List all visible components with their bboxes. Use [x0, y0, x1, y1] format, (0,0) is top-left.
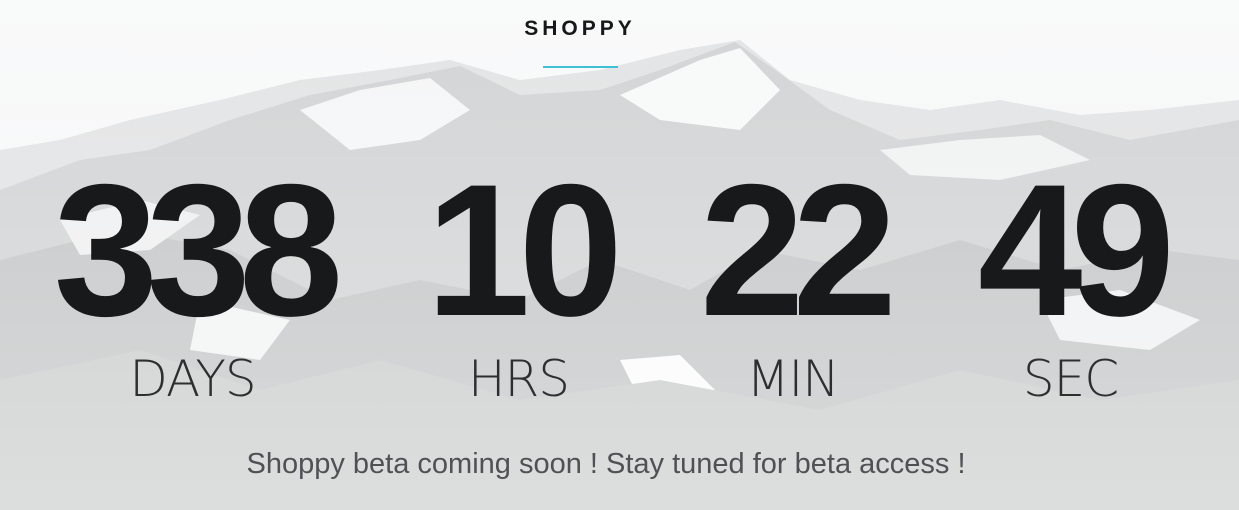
seconds-value: 49	[977, 145, 1175, 355]
coming-soon-page: SHOPPY 338 DAYS 10 HRS 22 MIN 49 SEC Sho…	[0, 0, 1239, 510]
countdown-hours: 10 HRS	[416, 145, 623, 408]
countdown-seconds: 49 SEC	[968, 145, 1175, 408]
brand-title: SHOPPY	[524, 17, 636, 40]
seconds-label: SEC	[1022, 350, 1119, 408]
hours-label: HRS	[467, 350, 570, 408]
beta-message: Shoppy beta coming soon ! Stay tuned for…	[246, 448, 966, 480]
brand-underline	[543, 66, 618, 68]
days-value: 338	[53, 145, 344, 355]
countdown-minutes: 22 MIN	[690, 145, 897, 408]
countdown-days: 338 DAYS	[40, 145, 345, 408]
minutes-label: MIN	[746, 350, 839, 408]
hours-value: 10	[425, 145, 623, 355]
minutes-value: 22	[699, 145, 897, 355]
days-label: DAYS	[129, 350, 256, 408]
